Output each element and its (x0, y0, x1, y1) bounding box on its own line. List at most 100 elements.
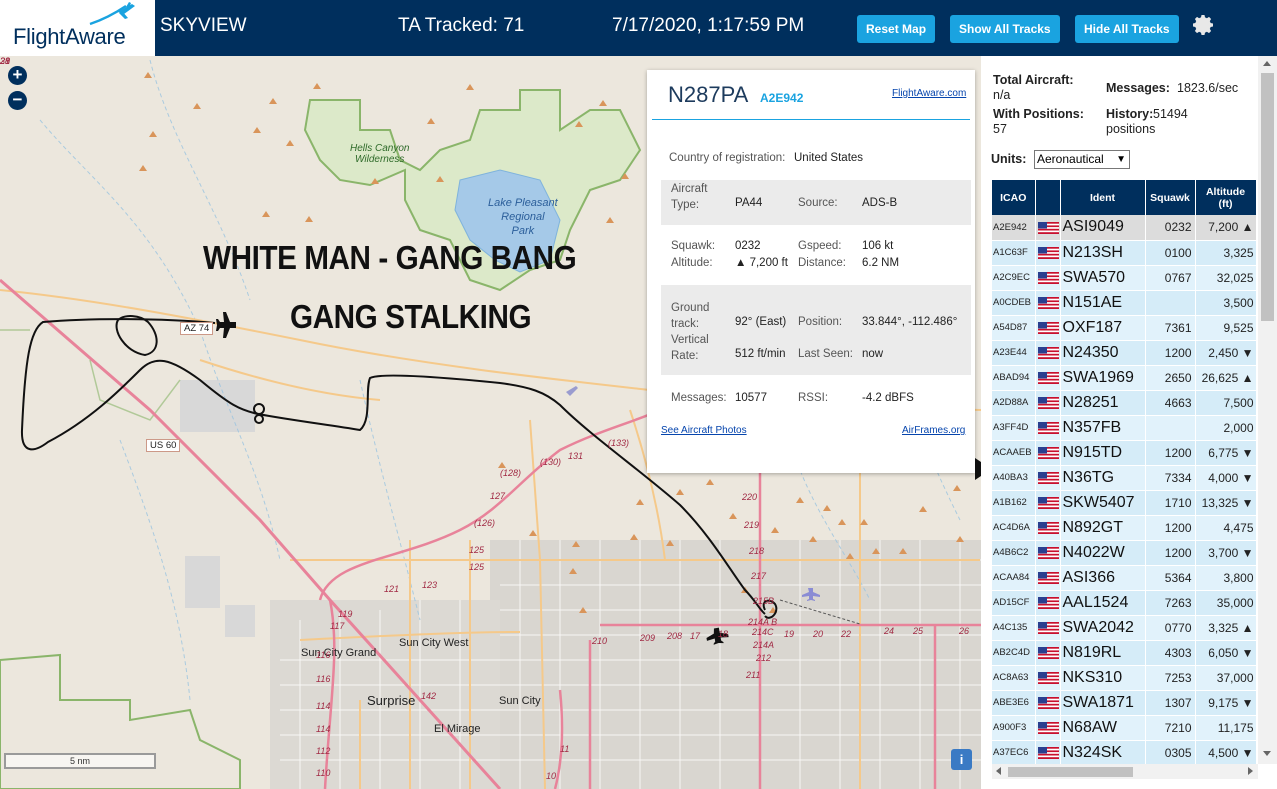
table-header-row: ICAO Ident Squawk Altitude (ft) (992, 180, 1256, 215)
popup-divider (652, 119, 970, 120)
col-header-icao[interactable]: ICAO (992, 180, 1036, 215)
units-select-value: Aeronautical (1037, 152, 1104, 166)
table-row[interactable]: A1B162 SKW5407 1710 13,325 ▼ (992, 490, 1256, 516)
table-row[interactable]: A54D87 OXF187 7361 9,525 (992, 315, 1256, 341)
row-ident: N24350 (1060, 340, 1146, 366)
road-number-label: 25 (913, 626, 924, 636)
table-row[interactable]: A4C135 SWA2042 0770 3,325 ▲ (992, 615, 1256, 641)
table-row[interactable]: A900F3 N68AW 7210 11,175 (992, 715, 1256, 741)
row-altitude: 26,625 ▲ (1195, 365, 1256, 391)
road-number-label: 209 (640, 633, 656, 643)
units-select[interactable]: Aeronautical ▼ (1034, 150, 1130, 169)
horizontal-scroll-thumb[interactable] (1008, 767, 1133, 777)
hide-all-tracks-button[interactable]: Hide All Tracks (1075, 15, 1179, 43)
road-number-label: 210 (592, 636, 608, 646)
popup-icao: A2E942 (760, 91, 804, 105)
col-header-altitude[interactable]: Altitude (ft) (1195, 180, 1256, 215)
scroll-down-arrow-icon[interactable] (1263, 751, 1271, 756)
table-row[interactable]: AC4D6A N892GT 1200 4,475 (992, 515, 1256, 541)
table-row[interactable]: ABE3E6 SWA1871 1307 9,175 ▼ (992, 690, 1256, 716)
table-row[interactable]: A4B6C2 N4022W 1200 3,700 ▼ (992, 540, 1256, 566)
scroll-left-arrow-icon[interactable] (996, 767, 1001, 775)
us-flag-icon (1037, 672, 1059, 685)
road-number-label: 218 (749, 546, 765, 556)
total-aircraft-value: n/a (993, 88, 1011, 102)
us-flag-icon (1037, 297, 1059, 310)
flightaware-link[interactable]: FlightAware.com (892, 88, 966, 99)
table-row[interactable]: A2C9EC SWA570 0767 32,025 (992, 265, 1256, 291)
row-flag (1035, 365, 1061, 391)
table-row[interactable]: ABAD94 SWA1969 2650 26,625 ▲ (992, 365, 1256, 391)
row-icao: ABE3E6 (992, 690, 1036, 716)
flightaware-logo[interactable]: FlightAware (0, 0, 155, 56)
table-row[interactable]: A40BA3 N36TG 7334 4,000 ▼ (992, 465, 1256, 491)
zoom-in-button[interactable]: + (8, 66, 27, 85)
row-icao: ACAAEB (992, 440, 1036, 466)
row-squawk: 0232 (1145, 215, 1196, 241)
road-number-label: (130) (540, 457, 562, 467)
row-squawk: 0305 (1145, 740, 1196, 764)
row-icao: A40BA3 (992, 465, 1036, 491)
road-number-label: (133) (608, 438, 630, 448)
units-label: Units: (991, 152, 1027, 166)
table-row[interactable]: ACAAEB N915TD 1200 6,775 ▼ (992, 440, 1256, 466)
info-button[interactable]: i (951, 749, 972, 770)
row-icao: A2C9EC (992, 265, 1036, 291)
current-datetime: 7/17/2020, 1:17:59 PM (612, 15, 805, 36)
label-lake-pleasant: Lake Pleasant Regional Park (488, 197, 558, 237)
road-number-label: 211 (746, 670, 761, 680)
aircraft-photos-link[interactable]: See Aircraft Photos (661, 425, 747, 436)
road-number-label: 24 (884, 626, 895, 636)
airframes-link[interactable]: AirFrames.org (902, 425, 965, 436)
row-altitude: 3,325 (1195, 240, 1256, 266)
reset-map-button[interactable]: Reset Map (857, 15, 936, 43)
col-header-ident[interactable]: Ident (1060, 180, 1146, 215)
vertical-scroll-thumb[interactable] (1261, 73, 1274, 321)
row-flag (1035, 390, 1061, 416)
row-ident: SWA570 (1060, 265, 1146, 291)
app-title: SKYVIEW (160, 15, 247, 36)
table-row[interactable]: ACAA84 ASI366 5364 3,800 (992, 565, 1256, 591)
row-altitude: 9,175 ▼ (1195, 690, 1256, 716)
scroll-up-arrow-icon[interactable] (1263, 61, 1271, 66)
road-number-label: 116 (316, 674, 331, 684)
table-row[interactable]: A3FF4D N357FB 2,000 (992, 415, 1256, 441)
road-number-label: 220 (742, 492, 758, 502)
messages-rate-label: Messages: (1106, 81, 1170, 95)
sidebar-vertical-scrollbar[interactable] (1258, 56, 1277, 764)
aircraft-table-wrap[interactable]: ICAO Ident Squawk Altitude (ft) A2E942 AS… (992, 180, 1256, 764)
label-us60: US 60 (146, 439, 181, 452)
row-ident: N213SH (1060, 240, 1146, 266)
table-row[interactable]: AB2C4D N819RL 4303 6,050 ▼ (992, 640, 1256, 666)
source-value: ADS-B (862, 197, 898, 209)
table-row[interactable]: AD15CF AAL1524 7263 35,000 (992, 590, 1256, 616)
show-all-tracks-button[interactable]: Show All Tracks (950, 15, 1060, 43)
table-row[interactable]: A0CDEB N151AE 3,500 (992, 290, 1256, 316)
road-number-label: (126) (474, 518, 496, 528)
road-number-label: 127 (490, 491, 506, 501)
scroll-right-arrow-icon[interactable] (1248, 767, 1253, 775)
row-flag (1035, 690, 1061, 716)
squawk-value: 0232 (735, 240, 761, 252)
table-row[interactable]: A37EC6 N324SK 0305 4,500 ▼ (992, 740, 1256, 764)
gspeed-label: Gspeed: (798, 240, 842, 252)
zoom-out-button[interactable]: − (8, 91, 27, 110)
table-row[interactable]: A23E44 N24350 1200 2,450 ▼ (992, 340, 1256, 366)
table-row[interactable]: A2E942 ASI9049 0232 7,200 ▲ (992, 215, 1256, 241)
gspeed-value: 106 kt (862, 240, 894, 252)
row-ident: NKS310 (1060, 665, 1146, 691)
row-ident: N892GT (1060, 515, 1146, 541)
sidebar-horizontal-scrollbar[interactable] (992, 764, 1258, 779)
road-number-label: 212 (756, 653, 772, 663)
table-row[interactable]: A1C63F N213SH 0100 3,325 (992, 240, 1256, 266)
table-row[interactable]: AC8A63 NKS310 7253 37,000 (992, 665, 1256, 691)
row-altitude: 2,450 ▼ (1195, 340, 1256, 366)
col-header-flag[interactable] (1035, 180, 1061, 215)
row-squawk: 7263 (1145, 590, 1196, 616)
road-number-label: 20 (813, 629, 824, 639)
gear-icon[interactable] (1192, 13, 1216, 37)
table-row[interactable]: A2D88A N28251 4663 7,500 (992, 390, 1256, 416)
col-header-squawk[interactable]: Squawk (1145, 180, 1196, 215)
row-squawk: 1710 (1145, 490, 1196, 516)
us-flag-icon (1037, 747, 1059, 760)
